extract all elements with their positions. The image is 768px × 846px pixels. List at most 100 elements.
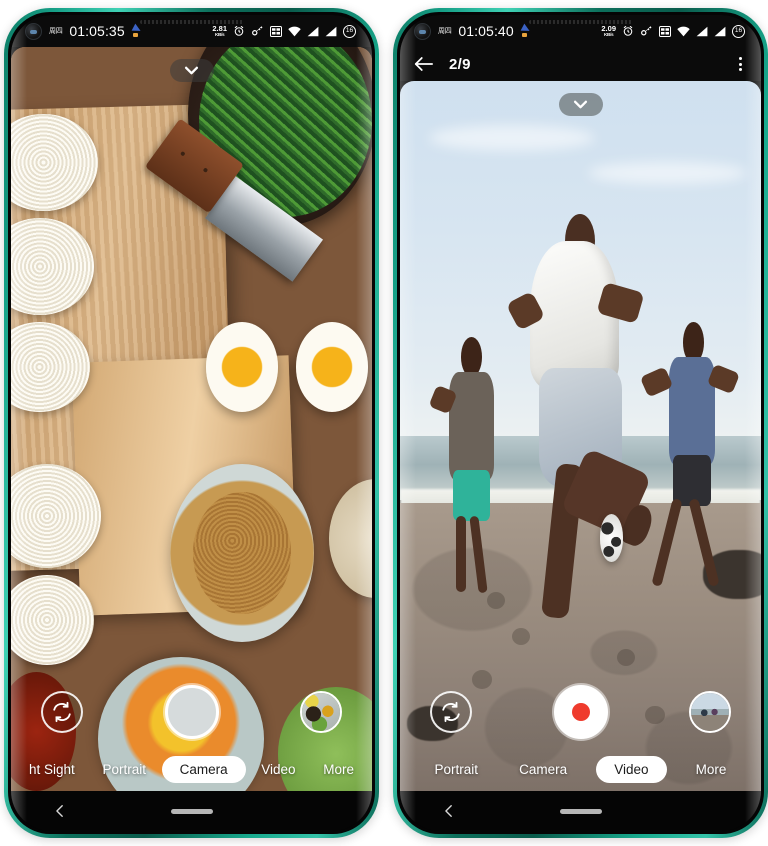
soccer-ball [599,513,624,562]
kebab-dot [739,62,742,66]
wifi-icon [677,26,690,36]
battery-indicator: 16 [343,24,356,38]
earpiece-speaker-icon [139,20,244,24]
mode-portrait[interactable]: Portrait [423,756,491,783]
network-speed-indicator: 2.09 KB/s [601,25,616,37]
volte-icon [270,25,282,37]
viewfinder-dropdown-toggle[interactable] [169,59,214,82]
camera-controls [400,685,761,739]
viewfinder-scene-food [11,47,372,791]
mode-night-sight[interactable]: ht Sight [17,756,87,783]
beach-thumbnail-image [691,693,729,731]
app-icon [521,25,533,37]
chevron-down-icon [573,100,588,109]
page-counter-title: 2/9 [449,55,471,73]
cloud-wisp [428,125,595,152]
mode-video[interactable]: Video [249,756,307,783]
gallery-thumbnail-button[interactable] [689,691,731,733]
camera-flip-icon [442,701,460,723]
status-bar-left: 周四 01:05:35 [25,22,144,40]
volte-icon [659,25,671,37]
camera-flip-icon [53,701,71,723]
player-shorts [673,454,712,506]
nav-home-indicator[interactable] [170,808,213,814]
camera-punchhole-icon [25,22,42,40]
signal-icon-2 [714,26,726,36]
nav-back-button[interactable] [442,804,456,818]
network-speed-unit: KB/s [603,31,614,37]
alarm-icon [234,25,244,36]
kebab-dot [739,57,742,60]
shutter-button[interactable] [164,685,219,739]
mode-portrait[interactable]: Portrait [90,756,158,783]
status-day-label: 周四 [438,28,452,35]
signal-icon-1 [307,26,319,36]
camera-controls [11,685,372,739]
camera-flip-button[interactable] [430,691,472,733]
player-leg [468,515,488,593]
key-icon [252,26,263,36]
status-bar-right: 2.09 KB/s 16 [601,24,745,38]
mode-video[interactable]: Video [596,756,667,783]
mode-camera[interactable]: Camera [507,756,579,783]
status-bar-right: 2.81 KB/s 16 [212,24,356,38]
boiled-egg-half [296,322,369,412]
player-shorts [453,469,490,521]
player-torso [668,357,715,466]
status-clock: 01:05:35 [69,23,125,39]
camera-punchhole-icon [414,22,431,40]
player-head [460,336,483,378]
network-speed-unit: KB/s [214,31,225,37]
camera-flip-button[interactable] [41,691,83,733]
player-foreground-kicker [501,213,660,677]
camera-viewfinder[interactable]: ht Sight Portrait Camera Video More [11,47,372,791]
camera-viewfinder-wrap: ht Sight Portrait Camera Video More [11,47,372,791]
nav-back-button[interactable] [53,804,67,818]
mode-more[interactable]: More [684,756,739,783]
kebab-menu-button[interactable] [736,54,745,74]
mode-camera[interactable]: Camera [161,756,246,783]
camera-viewfinder[interactable]: Portrait Camera Video More [400,81,761,791]
kebab-dot [739,68,742,71]
player-leg [456,515,466,593]
record-dot-icon [571,703,590,721]
record-button[interactable] [553,685,608,739]
network-speed-indicator: 2.81 KB/s [212,25,227,37]
camera-mode-selector: ht Sight Portrait Camera Video More [11,756,372,783]
player-background-right [639,322,740,592]
chevron-down-icon [184,66,199,75]
key-icon [641,26,652,36]
player-leg [688,497,720,587]
viewfinder-dropdown-toggle[interactable] [558,93,603,116]
back-arrow-button[interactable] [414,56,433,72]
gallery-thumbnail-button[interactable] [300,691,342,733]
app-header-bar: 2/9 [400,47,761,81]
app-icon [132,25,144,37]
nav-home-indicator[interactable] [559,808,602,814]
signal-icon-2 [325,26,337,36]
player-torso [449,372,494,480]
phone-right-bezel: 周四 01:05:40 2.09 KB/s 16 2/9 Portrait Ca… [397,12,764,834]
player-background-left [428,336,508,593]
status-day-label: 周四 [49,28,63,35]
system-navigation-bar [11,791,372,831]
signal-icon-1 [696,26,708,36]
phone-right: 周四 01:05:40 2.09 KB/s 16 2/9 Portrait Ca… [393,8,768,838]
wifi-icon [288,26,301,36]
alarm-icon [623,25,633,36]
phone-comparison-stage: 周四 01:05:35 2.81 KB/s 16 ht Sight Portra… [0,0,768,846]
status-bar-left: 周四 01:05:40 [414,22,533,40]
mode-more[interactable]: More [311,756,366,783]
grain-plate [169,463,315,643]
cloud-wisp [587,162,747,185]
status-clock: 01:05:40 [458,23,514,39]
phone-left-bezel: 周四 01:05:35 2.81 KB/s 16 ht Sight Portra… [8,12,375,834]
battery-level-label: 16 [734,26,743,34]
system-navigation-bar [400,791,761,831]
battery-indicator: 16 [732,24,745,38]
camera-mode-selector: Portrait Camera Video More [400,756,761,783]
phone-left: 周四 01:05:35 2.81 KB/s 16 ht Sight Portra… [4,8,379,838]
phone-right-screen: 周四 01:05:40 2.09 KB/s 16 2/9 Portrait Ca… [400,15,761,831]
food-thumbnail-image [302,693,340,731]
earpiece-speaker-icon [528,20,633,24]
